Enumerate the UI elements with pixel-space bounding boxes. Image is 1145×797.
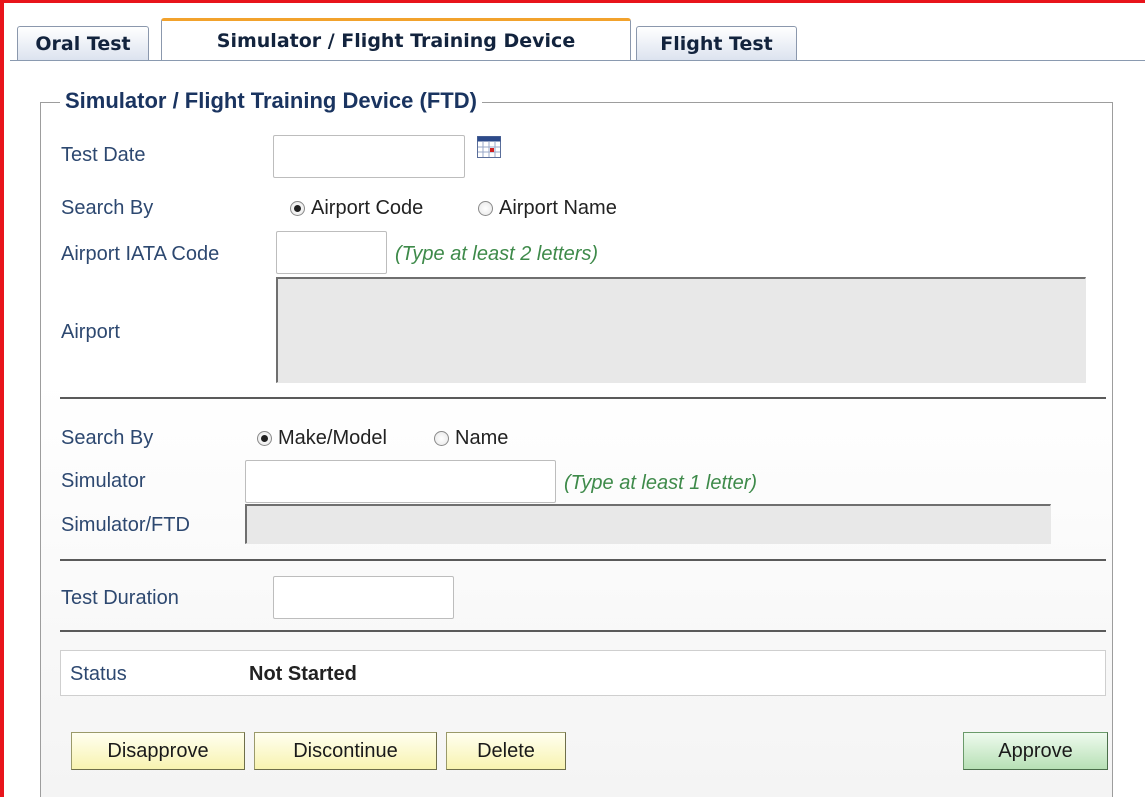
radio-airport-name[interactable]: Airport Name	[478, 197, 617, 220]
airport-iata-code-hint: (Type at least 2 letters)	[395, 243, 599, 265]
radio-airport-name-button[interactable]	[478, 201, 493, 216]
section-divider-1	[60, 397, 1106, 399]
section-legend: Simulator / Flight Training Device (FTD)	[60, 88, 482, 114]
status-box	[60, 650, 1106, 696]
section-divider-3	[60, 630, 1106, 632]
radio-make-model[interactable]: Make/Model	[257, 427, 387, 450]
tab-oral-test[interactable]: Oral Test	[17, 26, 149, 60]
calendar-icon[interactable]	[477, 136, 501, 158]
disapprove-button[interactable]: Disapprove	[71, 732, 245, 770]
window-frame-top	[0, 0, 1145, 3]
simulator-ftd-readonly-field	[245, 504, 1051, 544]
window-frame-left	[0, 0, 4, 797]
radio-name[interactable]: Name	[434, 427, 508, 450]
delete-button[interactable]: Delete	[446, 732, 566, 770]
radio-name-button[interactable]	[434, 431, 449, 446]
radio-airport-name-label: Airport Name	[499, 197, 617, 219]
tab-simulator-ftd-label: Simulator / Flight Training Device	[216, 30, 576, 52]
test-duration-input[interactable]	[273, 576, 454, 619]
approve-button[interactable]: Approve	[963, 732, 1108, 770]
tab-flight-test-label: Flight Test	[660, 32, 773, 55]
radio-make-model-button[interactable]	[257, 431, 272, 446]
radio-name-label: Name	[455, 427, 509, 449]
test-date-input[interactable]	[273, 135, 465, 178]
tab-divider	[10, 60, 1145, 61]
approve-button-label: Approve	[998, 739, 1073, 762]
airport-search-by-label: Search By	[61, 197, 154, 219]
disapprove-button-label: Disapprove	[107, 739, 209, 762]
status-value: Not Started	[249, 663, 357, 685]
airport-readonly-field	[276, 277, 1086, 383]
radio-airport-code-button[interactable]	[290, 201, 305, 216]
airport-iata-code-input[interactable]	[276, 231, 387, 274]
simulator-input[interactable]	[245, 460, 556, 503]
tab-oral-test-label: Oral Test	[35, 32, 131, 55]
airport-iata-code-label: Airport IATA Code	[61, 243, 220, 265]
simulator-label: Simulator	[61, 470, 146, 492]
discontinue-button[interactable]: Discontinue	[254, 732, 437, 770]
discontinue-button-label: Discontinue	[293, 739, 398, 762]
radio-airport-code[interactable]: Airport Code	[290, 197, 423, 220]
simulator-search-by-label: Search By	[61, 427, 154, 449]
delete-button-label: Delete	[477, 739, 535, 762]
airport-label: Airport	[61, 321, 120, 343]
tab-simulator-ftd[interactable]: Simulator / Flight Training Device	[161, 18, 631, 61]
radio-make-model-label: Make/Model	[278, 427, 387, 449]
status-label: Status	[70, 663, 127, 685]
section-divider-2	[60, 559, 1106, 561]
radio-airport-code-label: Airport Code	[311, 197, 424, 219]
test-duration-label: Test Duration	[61, 587, 179, 609]
test-date-label: Test Date	[61, 144, 146, 166]
simulator-hint: (Type at least 1 letter)	[564, 472, 758, 494]
simulator-ftd-label: Simulator/FTD	[61, 514, 190, 536]
tab-flight-test[interactable]: Flight Test	[636, 26, 797, 60]
